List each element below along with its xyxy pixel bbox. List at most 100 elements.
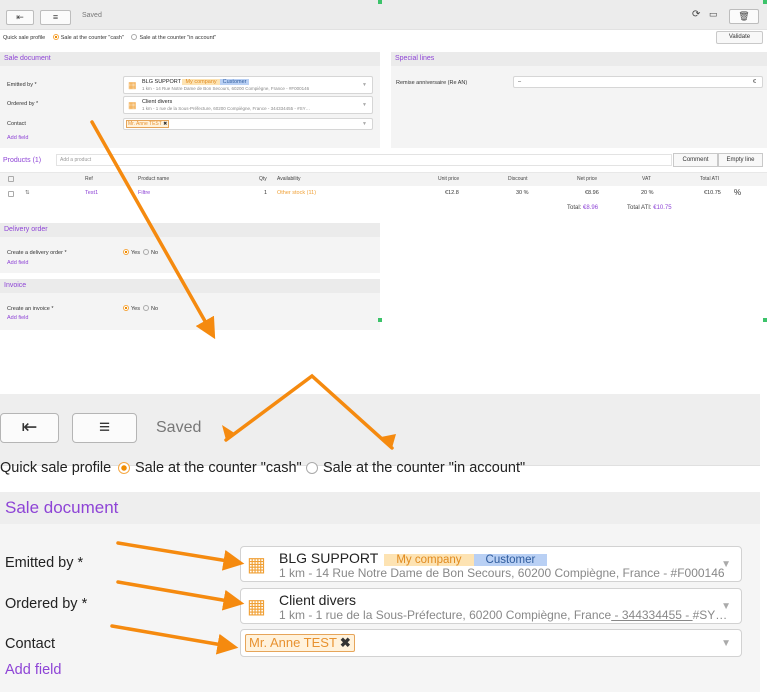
invoice-no-radio[interactable] <box>143 305 150 311</box>
zoom-back-button[interactable]: ⇤ <box>0 413 59 443</box>
special-line-label: Remise anniversaire (Re AN) <box>396 80 468 86</box>
ordered-by-label: Ordered by * <box>7 101 39 107</box>
close-icon[interactable]: ✖ <box>163 121 167 127</box>
chevron-down-icon: ▼ <box>362 82 367 88</box>
contact-tag[interactable]: Mr. Anne TEST ✖ <box>126 120 170 128</box>
ordered-by-address: 1 km - 1 rue de la Sous-Préfecture, 6020… <box>142 106 267 111</box>
zoom-add-field-link[interactable]: Add field <box>5 662 61 678</box>
selection-handle <box>378 0 382 4</box>
zoom-radio-cash[interactable] <box>118 462 130 474</box>
zoom-ordered-by-phone[interactable]: - 344334455 - <box>611 608 692 622</box>
invoice-yes-label: Yes <box>131 306 140 312</box>
col-total-ati: Total ATI <box>700 176 720 182</box>
building-icon: ▦ <box>128 80 137 90</box>
zoom-list-button[interactable]: ≡ <box>72 413 137 443</box>
zoom-contact-field[interactable]: Mr. Anne TEST ✖ ▼ <box>240 629 742 657</box>
zoom-contact-tag-label: Mr. Anne TEST <box>249 635 337 650</box>
zoom-emitted-by-label: Emitted by * <box>5 555 84 571</box>
zoom-emitted-by-name: BLG SUPPORT <box>279 550 379 566</box>
trash-icon: 🗑 <box>738 11 750 21</box>
toolbar <box>0 0 767 30</box>
emitted-by-field[interactable]: ▦ BLG SUPPORT My company Customer 1 km - … <box>123 76 373 94</box>
emitted-by-name: BLG SUPPORT <box>142 79 181 85</box>
col-availability: Availability <box>277 176 301 182</box>
zoom-tag-customer: Customer <box>473 554 548 566</box>
row-net-price: €8.96 <box>585 190 599 196</box>
list-button[interactable]: ≡ <box>40 10 71 25</box>
delivery-order-title: Delivery order <box>0 223 380 237</box>
invoice-no-label: No <box>151 306 159 312</box>
zoom-tag-my-company: My company <box>384 554 474 566</box>
row-percent-toggle[interactable]: % <box>734 188 741 197</box>
validate-button[interactable]: Validate <box>716 31 763 44</box>
ordered-by-suffix: #SY… <box>297 106 311 111</box>
invoice-yes-radio[interactable] <box>123 305 129 311</box>
total-value: €8.96 <box>583 205 599 211</box>
delivery-order-label: Create a delivery order * <box>7 250 67 256</box>
row-total-ati: €10.75 <box>704 190 721 196</box>
zoom-ordered-by-address: 1 km - 1 rue de la Sous-Préfecture, 6020… <box>279 608 612 622</box>
row-qty[interactable]: 1 <box>264 190 267 196</box>
zoom-ordered-by-label: Ordered by * <box>5 596 88 612</box>
back-arrow-icon: ⇤ <box>16 12 24 22</box>
building-icon: ▦ <box>247 554 266 576</box>
col-product-name: Product name <box>138 176 170 182</box>
contact-field[interactable]: Mr. Anne TEST ✖ ▼ <box>123 118 373 130</box>
col-qty: Qty <box>259 176 267 182</box>
total-ati: Total ATI: €10.75 <box>627 205 672 211</box>
row-ref[interactable]: Test1 <box>85 190 98 196</box>
zoom-option-cash[interactable]: Sale at the counter "cash" <box>135 460 302 476</box>
radio-cash[interactable] <box>52 34 59 40</box>
building-icon: ▦ <box>128 100 137 110</box>
zoom-radio-in-account[interactable] <box>306 462 318 474</box>
tag-my-company: My company <box>182 79 220 85</box>
col-discount: Discount <box>508 176 528 182</box>
selection-handle <box>763 318 767 322</box>
row-product-name[interactable]: Filtre <box>138 190 150 196</box>
refresh-icon[interactable]: ⟳ <box>692 9 700 20</box>
total-ati-value: €10.75 <box>653 205 672 211</box>
zoom-option-in-account[interactable]: Sale at the counter "in account" <box>323 460 525 476</box>
invoice-add-field-link[interactable]: Add field <box>7 315 28 321</box>
col-vat: VAT <box>642 176 651 182</box>
row-checkbox[interactable] <box>8 191 14 197</box>
close-icon[interactable]: ✖ <box>340 635 351 650</box>
select-all-checkbox[interactable] <box>8 176 14 182</box>
contact-tag-label: Mr. Anne TEST <box>128 121 162 127</box>
delete-button[interactable]: 🗑 <box>729 9 759 24</box>
special-lines-panel: Special lines <box>391 52 767 148</box>
delivery-no-radio[interactable] <box>143 249 150 255</box>
radio-in-account[interactable] <box>131 34 138 40</box>
zoom-emitted-by-field[interactable]: ▦ BLG SUPPORT My company Customer 1 km - 1… <box>240 546 742 582</box>
col-unit-price: Unit price <box>438 176 460 182</box>
comment-button[interactable]: Comment <box>673 153 718 167</box>
delivery-add-field-link[interactable]: Add field <box>7 260 28 266</box>
products-table-header <box>0 172 767 186</box>
zoom-saved-status: Saved <box>156 419 202 436</box>
add-product-input[interactable]: Add a product <box>56 154 672 166</box>
empty-line-button[interactable]: Empty line <box>718 153 763 167</box>
row-drag-handle[interactable]: ⇅ <box>25 190 30 196</box>
add-field-link[interactable]: Add field <box>7 135 28 141</box>
delivery-order-options: Yes No <box>123 249 158 256</box>
chevron-down-icon: ▼ <box>721 638 731 649</box>
row-unit-price[interactable]: €12.8 <box>445 190 459 196</box>
products-title: Products (1) <box>3 157 42 164</box>
zoom-contact-tag[interactable]: Mr. Anne TEST ✖ <box>245 634 355 652</box>
delivery-yes-label: Yes <box>131 250 140 256</box>
ordered-by-field[interactable]: ▦ Client divers 1 km - 1 rue de la Sous-… <box>123 96 373 114</box>
selection-handle <box>378 318 382 322</box>
ordered-by-name: Client divers <box>142 99 173 105</box>
row-discount[interactable]: 30 % <box>516 190 529 196</box>
delivery-yes-radio[interactable] <box>123 249 129 255</box>
zoom-ordered-by-name: Client divers <box>279 592 357 608</box>
special-line-field[interactable]: – € <box>513 76 763 88</box>
screen-icon[interactable]: ▭ <box>709 9 718 20</box>
chevron-down-icon: ▼ <box>362 121 367 127</box>
row-vat[interactable]: 20 % <box>641 190 654 196</box>
zoom-ordered-by-field[interactable]: ▦ Client divers 1 km - 1 rue de la Sous-… <box>240 588 742 624</box>
col-net-price: Net price <box>577 176 598 182</box>
building-icon: ▦ <box>247 596 266 618</box>
back-button[interactable]: ⇤ <box>6 10 34 25</box>
zoom-emitted-by-address: 1 km - 14 Rue Notre Dame de Bon Secours,… <box>279 566 725 580</box>
